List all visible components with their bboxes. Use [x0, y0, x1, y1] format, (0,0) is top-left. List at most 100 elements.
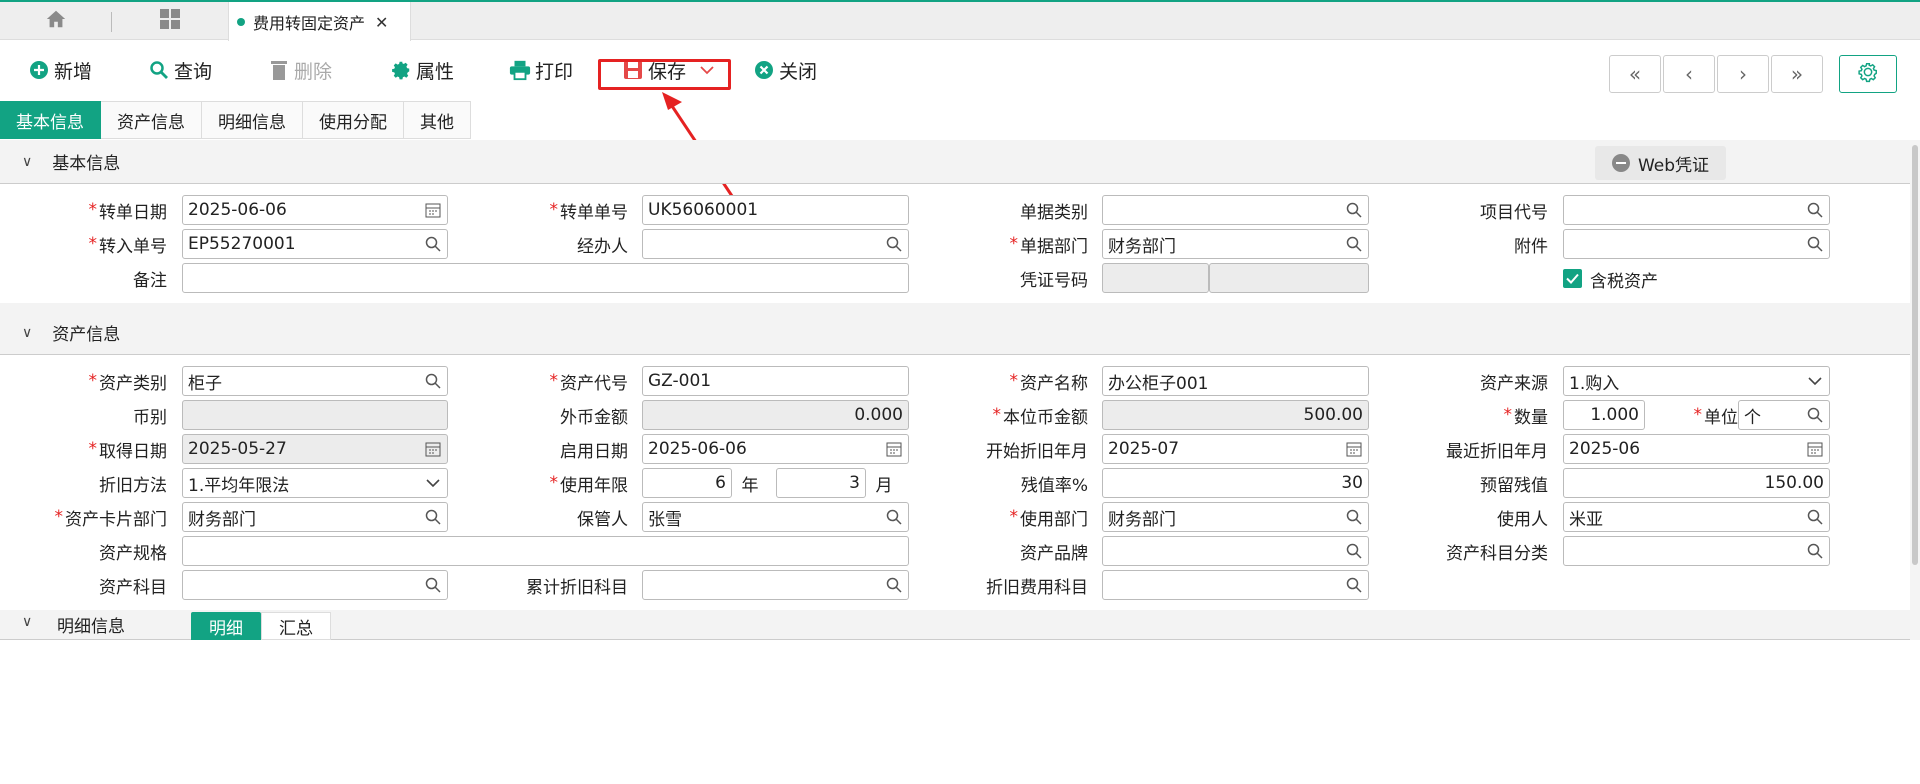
chevron-left-icon: ‹	[1685, 62, 1693, 86]
acq-date-input[interactable]: 2025-05-27	[182, 434, 448, 464]
attach-input[interactable]	[1563, 229, 1830, 259]
grid-icon	[159, 8, 181, 35]
close-button[interactable]: 关闭	[753, 56, 817, 84]
apps-tab[interactable]	[130, 2, 210, 40]
dep-last-input[interactable]: 2025-06	[1563, 434, 1830, 464]
scrollbar-thumb[interactable]	[1912, 145, 1918, 565]
local-amount-input[interactable]: 500.00	[1102, 400, 1369, 430]
search-icon[interactable]	[1345, 576, 1363, 594]
chevron-down-icon[interactable]	[1806, 372, 1824, 390]
prev-record-button[interactable]: ‹	[1663, 55, 1715, 93]
subj-input[interactable]	[182, 570, 448, 600]
method-select[interactable]: 1.平均年限法	[182, 468, 448, 498]
search-icon[interactable]	[1806, 201, 1824, 219]
project-input[interactable]	[1563, 195, 1830, 225]
section-title: 明细信息	[57, 617, 125, 637]
label-project: 项目代号	[1480, 202, 1548, 223]
search-icon[interactable]	[1806, 406, 1824, 424]
label-dep-start: 开始折旧年月	[986, 441, 1088, 462]
web-voucher-label: Web凭证	[1637, 155, 1710, 176]
life-years-input[interactable]: 6	[642, 468, 732, 498]
subtab-asset[interactable]: 资产信息	[101, 101, 202, 139]
start-date-input[interactable]: 2025-06-06	[642, 434, 909, 464]
label-currency: 币别	[133, 407, 167, 428]
subj-cat-input[interactable]	[1563, 536, 1830, 566]
save-highlight-box	[598, 59, 731, 90]
handler-input[interactable]	[642, 229, 909, 259]
voucher-word-input[interactable]	[1102, 263, 1209, 293]
asset-type-input[interactable]: 柜子	[182, 366, 448, 396]
close-tab-icon[interactable]: ✕	[375, 13, 388, 32]
web-voucher-button[interactable]: Web凭证	[1595, 146, 1726, 180]
user-input[interactable]: 米亚	[1563, 502, 1830, 532]
label-brand: 资产品牌	[1020, 543, 1088, 564]
calendar-icon[interactable]	[1806, 440, 1824, 458]
chevron-down-icon: ∨	[22, 324, 33, 341]
section-title: 资产信息	[52, 325, 121, 345]
properties-label: 属性	[416, 60, 455, 83]
in-no-input[interactable]: EP55270001	[182, 229, 448, 259]
dept-input[interactable]: 财务部门	[1102, 229, 1369, 259]
detail-tab[interactable]: 明细	[191, 612, 261, 640]
asset-code-input[interactable]: GZ-001	[642, 366, 909, 396]
properties-button[interactable]: 属性	[390, 56, 454, 84]
section-header-asset[interactable]: ∨ 资产信息	[0, 311, 1920, 355]
tax-asset-checkbox[interactable]	[1563, 269, 1582, 288]
settings-button[interactable]	[1839, 55, 1897, 93]
query-button[interactable]: 查询	[148, 56, 212, 84]
print-button[interactable]: 打印	[509, 56, 573, 84]
delete-button[interactable]: 删除	[268, 56, 332, 84]
gear-icon	[1857, 61, 1879, 88]
salvage-input[interactable]: 150.00	[1563, 468, 1830, 498]
first-record-button[interactable]: «	[1609, 55, 1661, 93]
label-bill-type: 单据类别	[1020, 202, 1088, 223]
life-months-input[interactable]: 3	[776, 468, 866, 498]
chevron-right-icon: ›	[1739, 62, 1747, 86]
label-start-date: 启用日期	[560, 441, 628, 462]
search-icon[interactable]	[1806, 542, 1824, 560]
remark-input[interactable]	[182, 263, 909, 293]
summary-tab[interactable]: 汇总	[261, 612, 331, 640]
label-fx-amount: 外币金额	[560, 407, 628, 428]
unit-input[interactable]: 个	[1738, 400, 1830, 430]
label-user: 使用人	[1497, 509, 1548, 530]
subtab-detail[interactable]: 明细信息	[202, 101, 303, 139]
currency-input[interactable]	[182, 400, 448, 430]
print-label: 打印	[535, 60, 574, 83]
card-dept-input[interactable]: 财务部门	[182, 502, 448, 532]
label-salvage-rate: 残值率%	[1020, 475, 1088, 496]
label-voucher: 凭证号码	[1020, 270, 1088, 291]
use-dept-input[interactable]: 财务部门	[1102, 502, 1369, 532]
keeper-input[interactable]: 张雪	[642, 502, 909, 532]
asset-name-input[interactable]: 办公柜子001	[1102, 366, 1369, 396]
plus-circle-icon	[28, 59, 50, 81]
next-record-button[interactable]: ›	[1717, 55, 1769, 93]
asset-source-select[interactable]: 1.购入	[1563, 366, 1830, 396]
double-chevron-right-icon: »	[1790, 62, 1804, 86]
acc-dep-input[interactable]	[642, 570, 909, 600]
voucher-number-input[interactable]	[1209, 263, 1369, 293]
tab-expense-to-asset[interactable]: 费用转固定资产 ✕	[228, 2, 411, 42]
brand-input[interactable]	[1102, 536, 1369, 566]
qty-input[interactable]: 1.000	[1563, 400, 1645, 430]
salvage-rate-input[interactable]: 30	[1102, 468, 1369, 498]
subtab-allocation[interactable]: 使用分配	[303, 101, 404, 139]
dep-exp-input[interactable]	[1102, 570, 1369, 600]
zd-date-input[interactable]: 2025-06-06	[182, 195, 448, 225]
search-icon[interactable]	[1806, 508, 1824, 526]
label-life: * 使用年限	[549, 473, 629, 496]
add-button[interactable]: 新增	[28, 56, 92, 84]
subtab-other[interactable]: 其他	[404, 101, 471, 139]
fx-amount-input[interactable]: 0.000	[642, 400, 909, 430]
zd-no-input[interactable]: UK56060001	[642, 195, 909, 225]
label-qty: * 数量	[1503, 405, 1549, 428]
add-label: 新增	[54, 60, 93, 83]
dep-start-input[interactable]: 2025-07	[1102, 434, 1369, 464]
home-tab[interactable]	[20, 2, 92, 40]
search-icon[interactable]	[1806, 235, 1824, 253]
subtab-basic[interactable]: 基本信息	[0, 101, 101, 139]
last-record-button[interactable]: »	[1771, 55, 1823, 93]
spec-input[interactable]	[182, 536, 909, 566]
label-handler: 经办人	[577, 236, 628, 257]
bill-type-input[interactable]	[1102, 195, 1369, 225]
